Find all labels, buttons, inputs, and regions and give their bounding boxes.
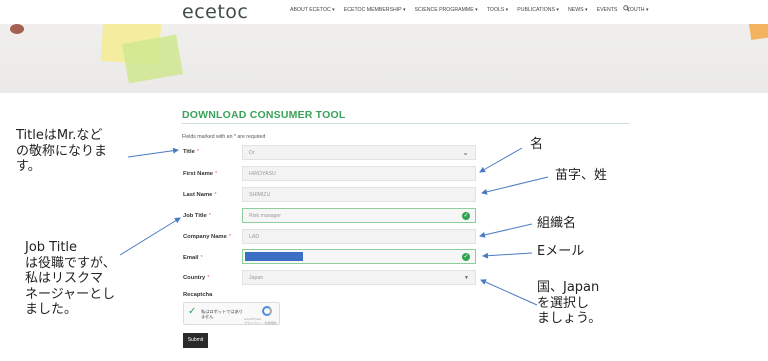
recaptcha-label: Recaptcha: [183, 292, 213, 298]
annotation-company: 組織名: [537, 216, 577, 231]
recaptcha-logo-icon: [262, 306, 272, 316]
nav-item-publications[interactable]: PUBLICATIONS ▾: [517, 7, 559, 13]
annotation-email: Eメール: [537, 244, 585, 259]
first-name-field[interactable]: HIROYASU: [242, 166, 476, 181]
arrow-to-title: [127, 147, 179, 158]
title-select[interactable]: Dr ⌄: [242, 145, 476, 160]
checkmark-icon[interactable]: ✓: [188, 307, 197, 317]
first-name-value: HIROYASU: [249, 171, 276, 177]
nav-item-membership[interactable]: ECETOC MEMBERSHIP ▾: [344, 7, 406, 13]
sticky-note-decoration: [121, 34, 184, 84]
email-field[interactable]: ✓: [242, 249, 476, 264]
recaptcha-privacy-links[interactable]: プライバシー - 利用規約: [244, 321, 277, 325]
page-title: DOWNLOAD CONSUMER TOOL: [182, 109, 346, 121]
hero-banner: [0, 24, 768, 93]
recaptcha-text: 私はロボットではありません: [201, 309, 243, 319]
nav-item-science-programme[interactable]: SCIENCE PROGRAMME ▾: [415, 7, 478, 13]
arrow-to-email: [482, 252, 533, 259]
annotation-title: TitleはMr.など の敬称になりま す。: [16, 128, 108, 174]
decorative-shape: [10, 24, 24, 34]
arrow-to-last-name: [481, 176, 549, 195]
country-label: Country *: [183, 275, 210, 281]
last-name-value: SHIMIZU: [249, 192, 271, 198]
valid-check-icon: ✓: [462, 212, 470, 220]
valid-check-icon: ✓: [462, 253, 470, 261]
last-name-field[interactable]: SHIMIZU: [242, 187, 476, 202]
chevron-down-icon: ⌄: [462, 148, 469, 157]
top-navigation-bar: ecetoc ABOUT ECETOC ▾ ECETOC MEMBERSHIP …: [0, 0, 768, 25]
company-name-label: Company Name *: [183, 234, 232, 240]
annotation-last-name: 苗字、姓: [555, 168, 608, 183]
redacted-email-block: [245, 252, 303, 261]
country-select[interactable]: Japan ▼: [242, 270, 476, 285]
main-nav: ABOUT ECETOC ▾ ECETOC MEMBERSHIP ▾ SCIEN…: [290, 7, 649, 13]
arrow-to-job-title: [119, 217, 181, 256]
nav-item-tools[interactable]: TOOLS ▾: [487, 7, 509, 13]
sticky-note-decoration: [749, 24, 768, 41]
nav-item-news[interactable]: NEWS ▾: [568, 7, 588, 13]
annotation-country: 国、Japan を選択し ましょう。: [537, 280, 602, 326]
annotation-first-name: 名: [530, 137, 544, 152]
required-fields-note: Fields marked with an * are required: [182, 134, 266, 140]
recaptcha-widget[interactable]: ✓ 私はロボットではありません reCAPTCHA プライバシー - 利用規約: [183, 302, 280, 325]
title-divider: [182, 123, 630, 124]
email-label: Email *: [183, 255, 203, 261]
company-name-field[interactable]: LAD: [242, 229, 476, 244]
nav-item-events[interactable]: EVENTS: [597, 7, 618, 13]
country-select-value: Japan: [249, 275, 264, 281]
job-title-label: Job Title *: [183, 213, 211, 219]
title-select-value: Dr: [249, 150, 255, 156]
arrow-to-company: [479, 223, 533, 238]
search-icon[interactable]: [623, 5, 630, 12]
title-label: Title *: [183, 149, 200, 155]
arrow-to-first-name: [479, 147, 523, 173]
last-name-label: Last Name *: [183, 192, 217, 198]
arrow-to-country: [480, 279, 538, 306]
job-title-field[interactable]: Risk manager ✓: [242, 208, 476, 223]
annotation-job-title: Job Title は役職ですが、 私はリスクマ ネージャーとし ました。: [25, 240, 116, 317]
submit-button[interactable]: Submit: [183, 333, 208, 348]
first-name-label: First Name *: [183, 171, 218, 177]
chevron-down-icon: ▼: [464, 275, 469, 281]
job-title-value: Risk manager: [249, 213, 282, 219]
nav-item-about[interactable]: ABOUT ECETOC ▾: [290, 7, 335, 13]
company-name-value: LAD: [249, 234, 260, 240]
site-logo[interactable]: ecetoc: [182, 1, 248, 23]
